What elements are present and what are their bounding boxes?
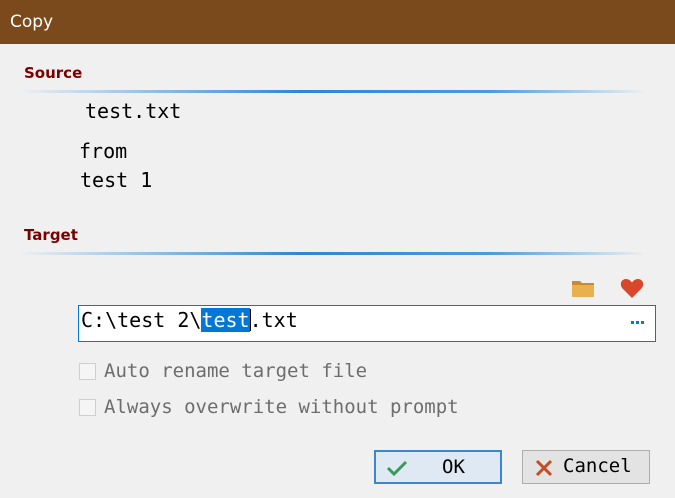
- always-overwrite-label: Always overwrite without prompt: [104, 396, 459, 418]
- target-divider: [18, 252, 646, 255]
- close-icon: [535, 459, 553, 477]
- auto-rename-label: Auto rename target file: [104, 360, 368, 382]
- checkmark-icon: [386, 460, 408, 477]
- ok-button[interactable]: OK: [374, 450, 502, 484]
- target-path-input[interactable]: C:\test 2\test.txt: [78, 305, 656, 342]
- auto-rename-checkbox[interactable]: [79, 362, 96, 380]
- target-path-selection: test: [201, 308, 250, 332]
- source-heading: Source: [24, 64, 83, 82]
- target-heading: Target: [24, 226, 78, 244]
- source-from-label: from: [79, 139, 128, 163]
- cancel-button[interactable]: Cancel: [522, 450, 650, 484]
- always-overwrite-checkbox[interactable]: [79, 398, 96, 416]
- target-path-before: C:\test 2\: [81, 308, 202, 332]
- always-overwrite-option[interactable]: Always overwrite without prompt: [79, 396, 459, 418]
- folder-icon: [572, 281, 594, 297]
- browse-folder-button[interactable]: [570, 276, 596, 300]
- auto-rename-option[interactable]: Auto rename target file: [79, 360, 367, 382]
- ok-button-label: OK: [442, 456, 465, 478]
- title-bar: Copy: [0, 0, 675, 44]
- heart-icon: [620, 279, 644, 298]
- more-options-icon[interactable]: [631, 316, 645, 324]
- source-folder: test 1: [80, 168, 153, 192]
- source-file-name: test.txt: [85, 99, 182, 123]
- target-path-text: C:\test 2\test.txt: [81, 307, 298, 333]
- target-path-after: .txt: [249, 308, 298, 332]
- cancel-button-label: Cancel: [563, 455, 632, 477]
- window-title: Copy: [10, 12, 54, 32]
- favorites-button[interactable]: [619, 276, 645, 300]
- source-divider: [18, 90, 646, 93]
